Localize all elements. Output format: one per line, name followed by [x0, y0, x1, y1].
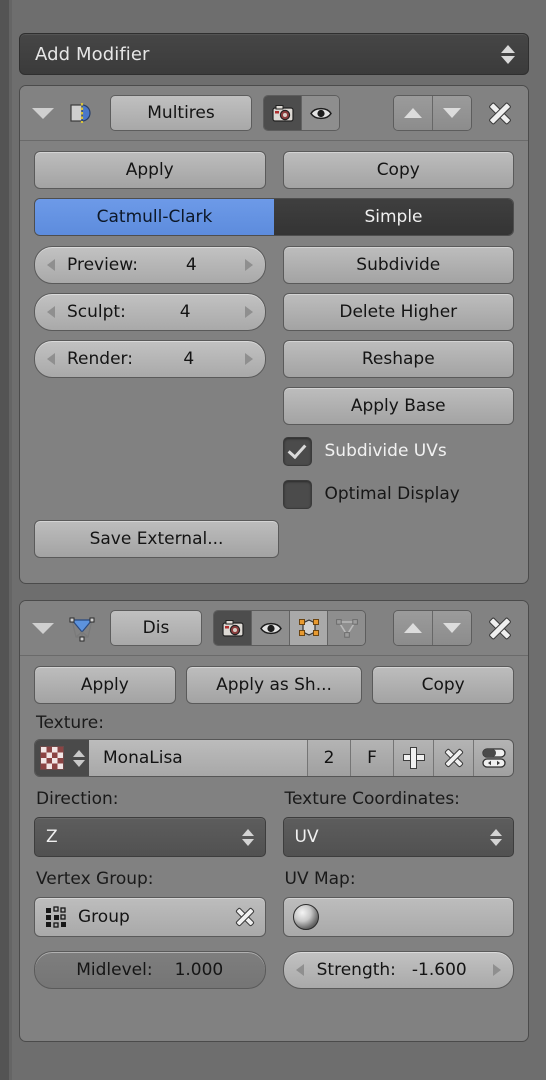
modifier-header-displace: Dis [20, 601, 528, 656]
modifier-name-field-multires[interactable]: Multires [110, 95, 252, 131]
add-modifier-dropdown[interactable]: Add Modifier [19, 33, 529, 75]
preview-levels-slider[interactable]: Preview: 4 [34, 246, 266, 284]
properties-editor: Add Modifier Multires Apply Copy Catmull… [0, 0, 546, 1080]
displace-modifier-icon [67, 613, 97, 643]
subsurf-modifier-icon [67, 98, 97, 128]
strength-slider[interactable]: Strength: -1.600 [282, 951, 514, 989]
subdivide-button[interactable]: Subdivide [282, 246, 514, 284]
subdivide-uvs-label: Subdivide UVs [324, 441, 447, 461]
subdivision-type-catmull-clark[interactable]: Catmull-Clark [35, 199, 274, 235]
editor-left-gutter [0, 0, 9, 1080]
apply-as-shape-button[interactable]: Apply as Sh... [185, 666, 363, 704]
uv-sphere-icon [292, 904, 319, 930]
optimal-display-label: Optimal Display [324, 484, 460, 504]
modifier-body-multires: Apply Copy Catmull-Clark Simple Preview:… [20, 141, 528, 572]
subdivide-uvs-checkbox[interactable] [282, 436, 312, 466]
strength-value: -1.600 [411, 960, 467, 980]
editmode-toggle-button[interactable] [290, 611, 328, 645]
texture-coordinates-dropdown[interactable]: UV [282, 817, 514, 857]
strength-label: Strength: [316, 960, 396, 980]
texture-fake-user-button[interactable]: F [350, 740, 393, 776]
subdivision-type-simple[interactable]: Simple [274, 199, 513, 235]
updown-arrows-icon [501, 44, 515, 64]
vertex-group-field[interactable]: Group [34, 897, 266, 937]
realtime-toggle-button[interactable] [252, 611, 290, 645]
vertex-group-label: Vertex Group: [36, 869, 154, 889]
texture-unlink-button[interactable] [433, 740, 473, 776]
vertex-group-clear-button[interactable] [234, 906, 256, 928]
modifier-name-text: Dis [142, 618, 170, 638]
delete-modifier-button[interactable] [486, 614, 514, 642]
subdivision-type-toggle: Catmull-Clark Simple [34, 198, 514, 236]
vertex-group-value: Group [78, 907, 130, 927]
uv-map-field[interactable] [282, 897, 514, 937]
decrement-arrow-icon[interactable] [295, 964, 304, 976]
sculpt-levels-slider[interactable]: Sculpt: 4 [34, 293, 266, 331]
oncage-toggle-button[interactable] [328, 611, 365, 645]
copy-button[interactable]: Copy [282, 151, 514, 189]
optimal-display-checkbox[interactable] [282, 479, 312, 509]
decrement-arrow-icon[interactable] [47, 353, 55, 365]
midlevel-label: Midlevel: [76, 960, 153, 980]
triangle-down-icon[interactable] [32, 107, 54, 119]
delete-higher-button[interactable]: Delete Higher [282, 293, 514, 331]
apply-button[interactable]: Apply [34, 151, 266, 189]
realtime-toggle-button[interactable] [302, 96, 339, 130]
texture-datablock-row: MonaLisa 2 F [34, 739, 514, 777]
checker-texture-icon[interactable] [35, 740, 69, 776]
chevron-updown-icon [241, 828, 254, 846]
render-toggle-button[interactable] [214, 611, 252, 645]
decrement-arrow-icon[interactable] [47, 306, 55, 318]
decrement-arrow-icon[interactable] [47, 259, 55, 271]
texture-properties-icon[interactable] [473, 740, 513, 776]
texture-label: Texture: [36, 713, 104, 733]
move-modifier-down-button[interactable] [433, 96, 471, 130]
move-modifier-up-button[interactable] [394, 96, 433, 130]
increment-arrow-icon[interactable] [244, 259, 253, 271]
texture-users-count[interactable]: 2 [307, 740, 350, 776]
editor-left-shadow [9, 0, 12, 1080]
triangle-down-icon[interactable] [32, 622, 54, 634]
modifier-name-field-displace[interactable]: Dis [110, 610, 202, 646]
texture-coordinates-label: Texture Coordinates: [284, 789, 460, 809]
increment-arrow-icon[interactable] [244, 306, 253, 318]
render-levels-slider[interactable]: Render: 4 [34, 340, 266, 378]
midlevel-value: 1.000 [174, 960, 224, 980]
displace-display-toggles [213, 610, 366, 646]
reshape-button[interactable]: Reshape [282, 340, 514, 378]
texture-name-field[interactable]: MonaLisa [89, 740, 307, 776]
multires-display-toggles [263, 95, 340, 131]
move-modifier-down-button[interactable] [433, 611, 471, 645]
displace-move-buttons [393, 610, 472, 646]
modifier-panel-multires: Multires Apply Copy Catmull-Clark Simple… [19, 85, 529, 584]
texture-coordinates-value: UV [294, 827, 319, 847]
midlevel-slider[interactable]: Midlevel: 1.000 [34, 951, 266, 989]
modifier-header-multires: Multires [20, 86, 528, 141]
direction-dropdown[interactable]: Z [34, 817, 266, 857]
subdivide-uvs-row[interactable]: Subdivide UVs [282, 434, 515, 468]
render-toggle-button[interactable] [264, 96, 302, 130]
direction-label: Direction: [36, 789, 119, 809]
move-modifier-up-button[interactable] [394, 611, 433, 645]
increment-arrow-icon[interactable] [244, 353, 253, 365]
texture-new-button[interactable] [393, 740, 433, 776]
direction-value: Z [46, 827, 58, 847]
texture-browse-arrows-icon[interactable] [69, 740, 89, 776]
increment-arrow-icon[interactable] [493, 964, 501, 976]
modifier-panel-displace: Dis Apply Apply as Sh... Copy Texture: M… [19, 600, 529, 1042]
uv-map-label: UV Map: [284, 869, 356, 889]
save-external-button[interactable]: Save External... [34, 520, 279, 558]
copy-button[interactable]: Copy [372, 666, 514, 704]
apply-button[interactable]: Apply [34, 666, 176, 704]
delete-modifier-button[interactable] [486, 99, 514, 127]
chevron-updown-icon [490, 828, 502, 846]
modifier-body-displace: Apply Apply as Sh... Copy Texture: MonaL… [20, 656, 528, 1012]
modifier-name-text: Multires [147, 103, 215, 123]
vertexgroup-icon [44, 905, 68, 929]
apply-base-button[interactable]: Apply Base [282, 387, 514, 425]
optimal-display-row[interactable]: Optimal Display [282, 477, 515, 511]
multires-move-buttons [393, 95, 472, 131]
add-modifier-label: Add Modifier [35, 43, 150, 65]
